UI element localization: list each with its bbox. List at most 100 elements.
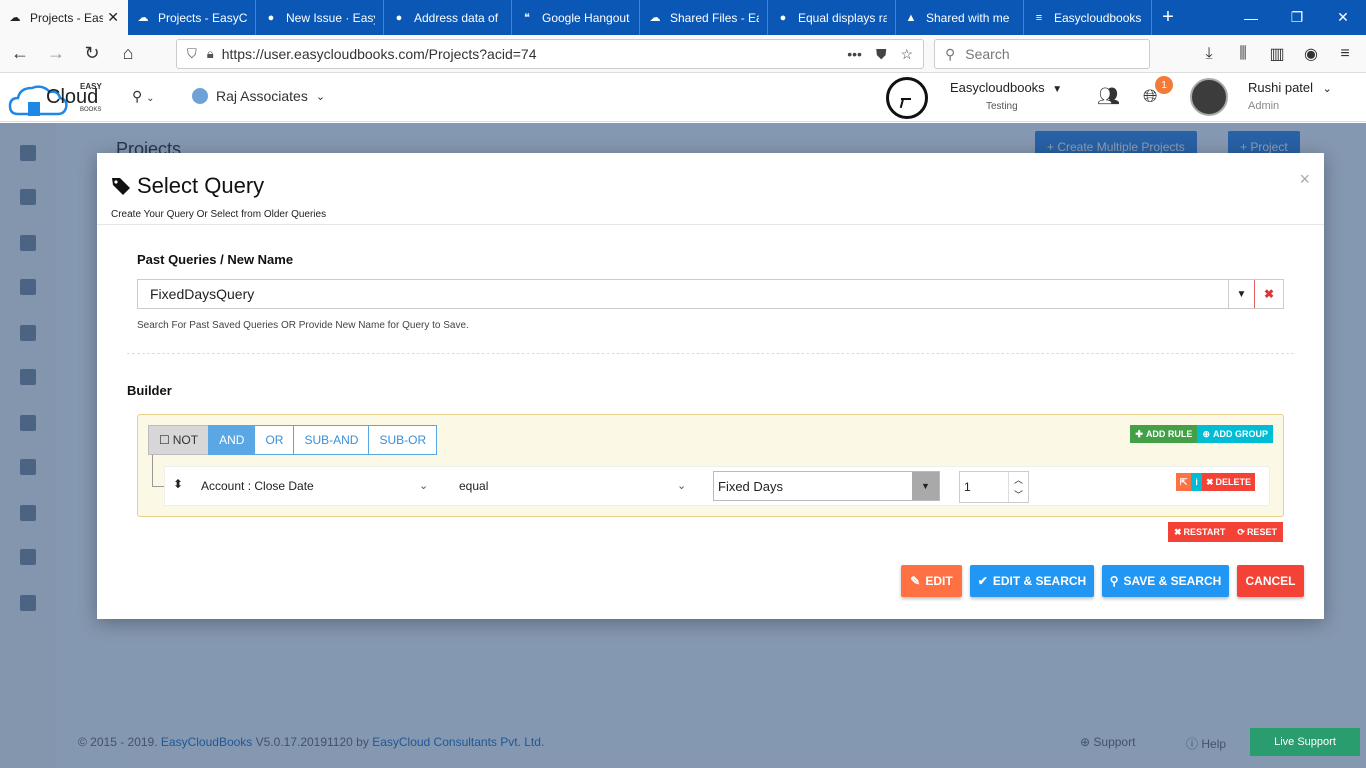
rule-operator-select[interactable]: equal <box>459 479 488 493</box>
browser-tab-label: Address data of <box>414 10 499 25</box>
cancel-button[interactable]: CANCEL <box>1237 565 1304 597</box>
url-bar[interactable]: ⛉ 🔒︎ https://user.easycloudbooks.com/Pro… <box>176 39 924 69</box>
past-queries-label: Past Queries / New Name <box>137 252 294 267</box>
docs-icon: ≡ <box>1035 11 1043 24</box>
clear-icon[interactable]: ✖ <box>1254 280 1283 308</box>
org-selector[interactable]: Easycloudbooks ▼ Testing <box>950 80 1070 112</box>
query-select[interactable]: FixedDaysQuery ▼ ✖ <box>137 279 1284 309</box>
cloud-favicon-icon: ☁ <box>9 12 21 24</box>
search-icon: ⚲ <box>945 45 956 62</box>
restart-button[interactable]: ✖ RESTART <box>1168 522 1232 542</box>
company-globe-icon <box>192 88 208 104</box>
reload-icon[interactable]: ↻ <box>76 38 108 70</box>
chevron-down-icon[interactable]: ﹀ <box>1009 487 1028 502</box>
browser-tab-label: Google Hangout <box>542 10 630 25</box>
chevron-down-icon[interactable]: ⌄ <box>677 479 686 492</box>
menu-icon[interactable]: ≡ <box>1332 39 1358 69</box>
github-icon: ● <box>267 11 275 24</box>
select-query-modal: Select Query Create Your Query Or Select… <box>97 153 1324 619</box>
hangouts-icon: ❝ <box>524 12 530 24</box>
modal-subtitle: Create Your Query Or Select from Older Q… <box>111 209 327 220</box>
browser-tab-label: Projects - Eas <box>30 10 104 25</box>
reset-label: RESET <box>1246 527 1277 537</box>
forward-icon[interactable]: → <box>40 38 72 70</box>
rule-actions: ⇱ i ✖ DELETE <box>1175 473 1255 491</box>
bookmark-star-icon[interactable]: ☆ <box>900 46 913 63</box>
add-rule-label: ADD RULE <box>1145 429 1193 439</box>
new-tab-button[interactable]: + <box>1152 0 1184 35</box>
drag-handle-icon[interactable]: ⬍ <box>173 477 183 491</box>
query-help-text: Search For Past Saved Queries OR Provide… <box>137 320 469 331</box>
tag-icon <box>112 178 130 195</box>
search-icon: ⚲ <box>1109 574 1119 588</box>
add-group-button[interactable]: ⊕ ADD GROUP <box>1197 425 1273 443</box>
edit-search-label: EDIT & SEARCH <box>992 574 1087 588</box>
restore-icon[interactable]: ❐ <box>1274 0 1320 35</box>
rule-field-select[interactable]: Account : Close Date <box>201 479 314 493</box>
caret-down-icon: ▼ <box>1052 84 1063 95</box>
avatar[interactable] <box>1190 78 1228 116</box>
browser-tab[interactable]: ☁ Projects - Eas ✕ <box>0 0 128 35</box>
search-placeholder: Search <box>965 46 1010 62</box>
and-toggle[interactable]: AND <box>208 425 256 455</box>
reset-button[interactable]: ⟳ RESET <box>1231 522 1283 542</box>
company-selector[interactable]: Raj Associates ⌄ <box>192 88 325 104</box>
chevron-down-icon[interactable]: ⌄ <box>419 479 428 492</box>
or-toggle[interactable]: OR <box>254 425 295 455</box>
sub-or-toggle[interactable]: SUB-OR <box>368 425 438 455</box>
back-icon[interactable]: ← <box>4 38 36 70</box>
modal-title-text: Select Query <box>137 173 265 198</box>
browser-tab[interactable]: ☁ Projects - EasyCl <box>128 0 256 35</box>
delete-rule-button[interactable]: ✖ DELETE <box>1201 473 1255 491</box>
browser-search-input[interactable]: ⚲ Search <box>934 39 1150 69</box>
browser-tab[interactable]: ☁ Shared Files - Ea <box>640 0 768 35</box>
library-icon[interactable]: ⫼ <box>1230 39 1256 69</box>
close-window-icon[interactable]: ✕ <box>1320 0 1366 35</box>
browser-tab[interactable]: ▲ Shared with me <box>896 0 1024 35</box>
chevron-up-icon[interactable]: ︿ <box>1009 472 1028 487</box>
browser-navbar: ← → ↻ ⌂ ⛉ 🔒︎ https://user.easycloudbooks… <box>0 35 1366 73</box>
close-icon[interactable]: × <box>1299 169 1310 190</box>
sidebar-icon[interactable]: ▥ <box>1264 39 1290 69</box>
sub-and-toggle[interactable]: SUB-AND <box>293 425 370 455</box>
account-icon[interactable]: ◉ <box>1298 39 1324 69</box>
home-icon[interactable]: ⌂ <box>112 38 144 70</box>
browser-tab[interactable]: ● Equal displays ra <box>768 0 896 35</box>
add-rule-button[interactable]: ✚ ADD RULE <box>1130 425 1198 443</box>
caret-down-icon[interactable]: ▼ <box>1228 280 1254 308</box>
clock-icon[interactable] <box>886 77 928 119</box>
shield-icon: ⛉ <box>187 46 197 61</box>
edit-and-search-button[interactable]: ✔ EDIT & SEARCH <box>970 565 1094 597</box>
close-tab-icon[interactable]: ✕ <box>107 9 119 26</box>
rule-value-input[interactable]: 1 ︿ ﹀ <box>959 471 1029 503</box>
query-select-value: FixedDaysQuery <box>150 286 255 302</box>
pocket-icon[interactable]: ⛊ <box>876 46 887 63</box>
modal-header: Select Query Create Your Query Or Select… <box>97 153 1324 225</box>
user-menu[interactable]: Rushi patel ⌄ Admin <box>1248 80 1332 112</box>
rule-value-type-select[interactable]: Fixed Days ▼ <box>713 471 940 501</box>
save-and-search-button[interactable]: ⚲ SAVE & SEARCH <box>1102 565 1229 597</box>
tab-list: ☁ Projects - Eas ✕ ☁ Projects - EasyCl ● New I… <box>0 0 1152 35</box>
live-support-button[interactable]: Live Support <box>1250 728 1360 756</box>
minimize-icon[interactable]: — <box>1228 0 1274 35</box>
cloud-favicon-icon: ☁ <box>649 12 661 24</box>
browser-tab[interactable]: ❝ Google Hangout <box>512 0 640 35</box>
lock-icon: 🔒︎ <box>206 46 214 61</box>
global-search-button[interactable]: ⚲ ⌄ <box>132 88 155 105</box>
open-external-button[interactable]: ⇱ <box>1175 473 1192 491</box>
add-group-label: ADD GROUP <box>1212 429 1268 439</box>
number-stepper[interactable]: ︿ ﹀ <box>1008 472 1028 502</box>
browser-tab[interactable]: ● New Issue · Easy <box>256 0 384 35</box>
edit-button[interactable]: ✎ EDIT <box>901 565 962 597</box>
info-icon: i <box>1195 477 1198 487</box>
not-toggle[interactable]: ☐ NOT <box>148 425 210 455</box>
browser-tab-label: Projects - EasyCl <box>158 10 247 25</box>
browser-tab[interactable]: ● Address data of <box>384 0 512 35</box>
info-button[interactable]: i <box>1191 473 1202 491</box>
users-icon[interactable]: 👥︎ <box>1097 86 1120 107</box>
download-icon[interactable]: ⤓ <box>1196 39 1222 69</box>
browser-tab[interactable]: ≡ Easycloudbooks <box>1024 0 1152 35</box>
caret-down-icon[interactable]: ▼ <box>912 472 939 500</box>
easycloudbooks-logo[interactable]: EASY Cloud BOOKS <box>8 76 108 120</box>
more-icon[interactable]: ••• <box>847 46 862 63</box>
